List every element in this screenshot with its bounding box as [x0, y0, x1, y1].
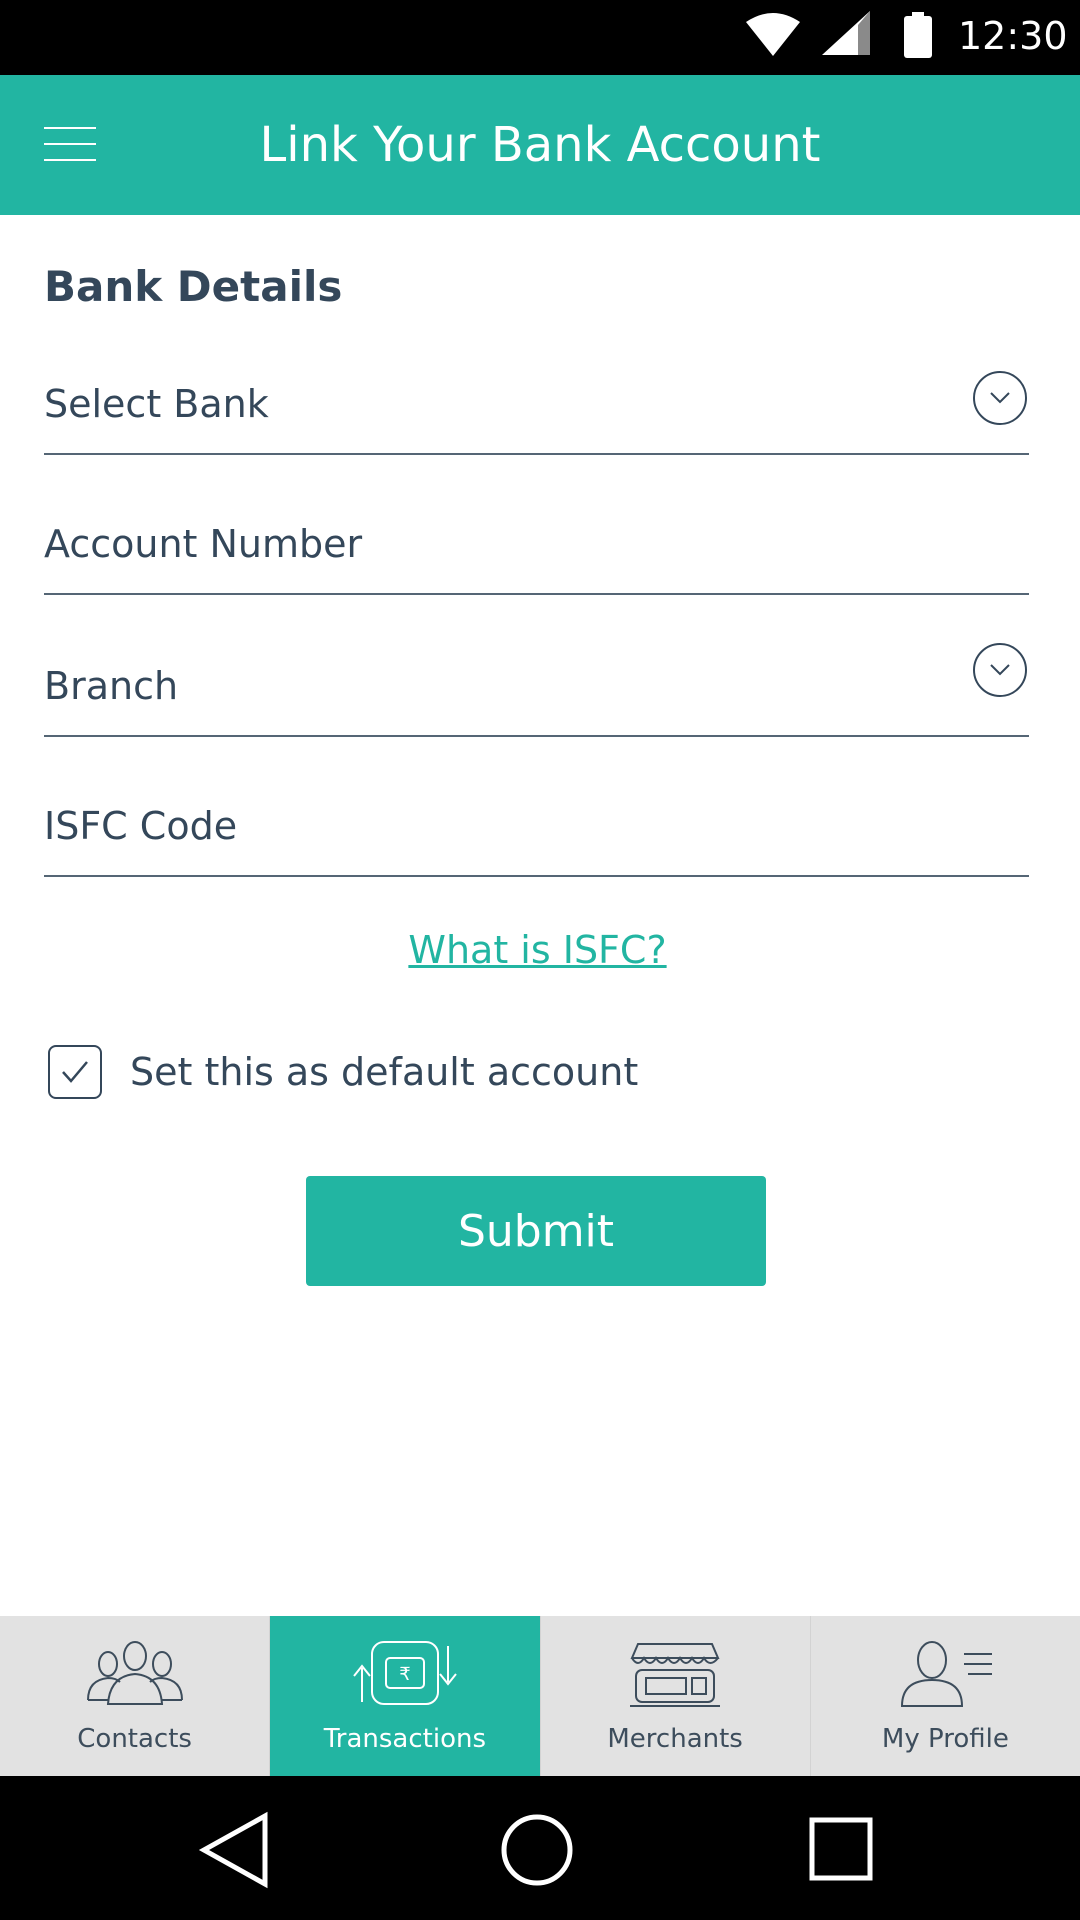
- cellular-signal-icon: [822, 11, 870, 55]
- wifi-icon: [746, 13, 800, 56]
- chevron-down-icon[interactable]: [973, 643, 1027, 697]
- select-bank-field[interactable]: [44, 355, 944, 453]
- nav-item-contacts[interactable]: Contacts: [0, 1616, 271, 1776]
- app-bar: Link Your Bank Account: [0, 75, 1080, 215]
- default-account-label: Set this as default account: [130, 1050, 639, 1094]
- status-bar: 12:30: [0, 0, 1080, 75]
- what-is-isfc-link[interactable]: What is ISFC?: [0, 928, 1075, 972]
- isfc-code-field-wrapper: [44, 777, 1029, 877]
- home-icon[interactable]: [493, 1810, 583, 1890]
- transactions-rupee-icon: ₹: [353, 1641, 457, 1705]
- chevron-down-icon[interactable]: [973, 371, 1027, 425]
- nav-item-merchants[interactable]: Merchants: [541, 1616, 811, 1776]
- branch-dropdown[interactable]: [44, 637, 1029, 737]
- section-title: Bank Details: [44, 262, 343, 311]
- bottom-navigation: Contacts ₹ Transactions Merchants My Pro…: [0, 1616, 1080, 1776]
- nav-label-my-profile: My Profile: [881, 1724, 1009, 1754]
- nav-item-my-profile[interactable]: My Profile: [811, 1616, 1080, 1776]
- default-account-row[interactable]: Set this as default account: [48, 1044, 638, 1100]
- status-time: 12:30: [958, 14, 1068, 58]
- profile-icon: [901, 1641, 993, 1707]
- select-bank-dropdown[interactable]: [44, 355, 1029, 455]
- nav-item-transactions[interactable]: ₹ Transactions: [270, 1616, 541, 1776]
- page-title: Link Your Bank Account: [259, 117, 821, 173]
- default-account-checkbox[interactable]: [48, 1045, 102, 1099]
- submit-button[interactable]: Submit: [306, 1176, 766, 1286]
- isfc-code-field[interactable]: [44, 777, 944, 875]
- contacts-icon: [86, 1641, 183, 1705]
- nav-label-contacts: Contacts: [77, 1724, 192, 1754]
- battery-icon: [904, 12, 932, 58]
- hamburger-menu-icon[interactable]: [44, 125, 100, 165]
- svg-text:₹: ₹: [399, 1664, 410, 1685]
- back-icon[interactable]: [190, 1810, 280, 1890]
- system-navigation-bar: [0, 1776, 1080, 1920]
- merchant-store-icon: [630, 1643, 721, 1707]
- recent-apps-icon[interactable]: [796, 1810, 886, 1890]
- account-number-field-wrapper: [44, 495, 1029, 595]
- branch-field[interactable]: [44, 637, 944, 735]
- nav-label-merchants: Merchants: [607, 1724, 743, 1754]
- account-number-field[interactable]: [44, 495, 944, 593]
- checkmark-icon: [62, 1061, 88, 1083]
- nav-label-transactions: Transactions: [323, 1724, 487, 1754]
